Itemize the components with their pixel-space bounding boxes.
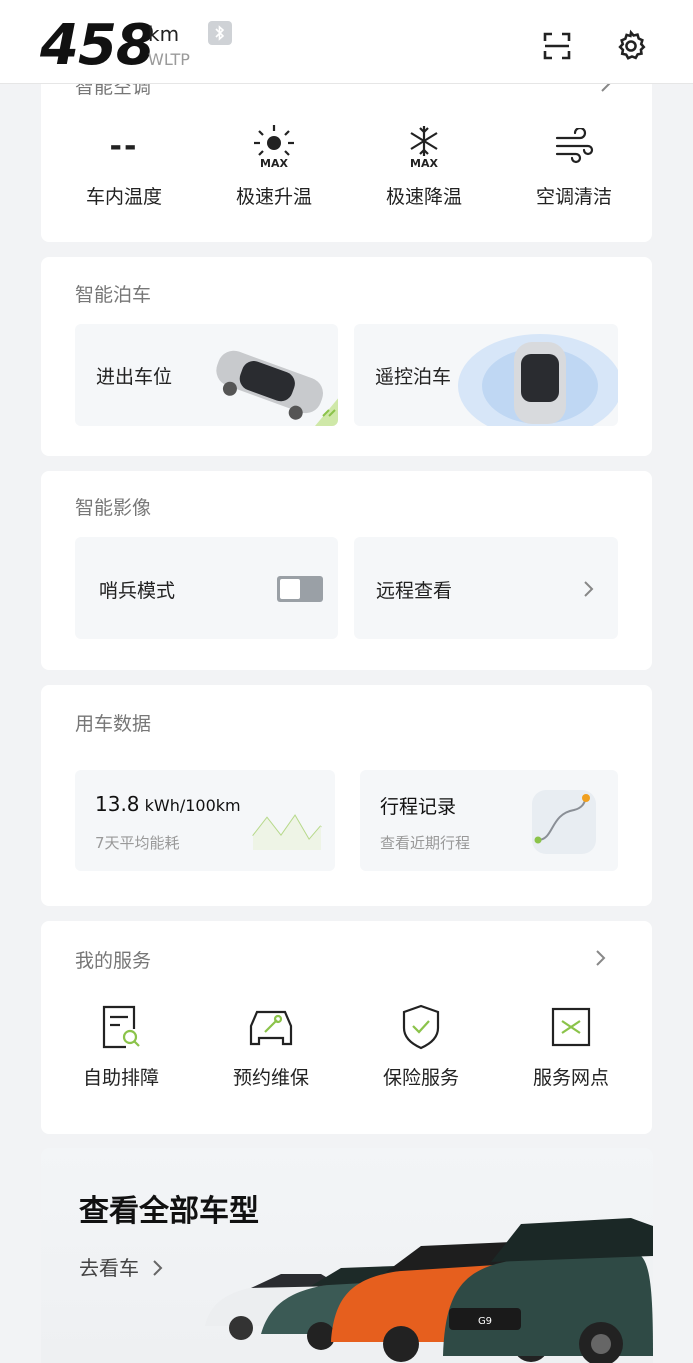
park-in-out-label: 进出车位 bbox=[96, 366, 173, 388]
imaging-title: 智能影像 bbox=[75, 497, 152, 519]
range-unit: km bbox=[148, 22, 180, 46]
cabin-temp-item[interactable]: -- 车内温度 bbox=[59, 122, 189, 209]
brand-logo-icon bbox=[547, 1003, 595, 1051]
top-header: 458 km WLTP bbox=[0, 0, 693, 84]
usage-card: 用车数据 13.8 kWh/100km 7天平均能耗 行程记录 查看近期行程 bbox=[41, 685, 652, 906]
maintenance-booking-button[interactable]: 预约维保 bbox=[206, 1003, 336, 1090]
self-diagnose-label: 自助排障 bbox=[82, 1067, 159, 1089]
document-search-icon bbox=[97, 1003, 145, 1051]
wind-icon bbox=[550, 122, 598, 170]
all-models-banner[interactable]: 查看全部车型 去看车 G9 bbox=[41, 1148, 653, 1363]
car-lineup-image: G9 bbox=[205, 1218, 653, 1363]
car-image bbox=[216, 350, 338, 426]
cabin-temp-label: 车内温度 bbox=[85, 186, 162, 208]
sentry-mode-tile: 哨兵模式 bbox=[75, 537, 338, 639]
energy-value: 13.8 bbox=[95, 792, 140, 816]
remote-parking-label: 遥控泊车 bbox=[375, 366, 452, 388]
quick-cool-button[interactable]: MAX 极速降温 bbox=[359, 122, 489, 209]
sentry-mode-toggle[interactable] bbox=[277, 576, 323, 602]
ac-clean-label: 空调清洁 bbox=[535, 186, 612, 208]
service-outlets-button[interactable]: 服务网点 bbox=[506, 1003, 636, 1090]
route-map-icon bbox=[532, 790, 596, 854]
insurance-button[interactable]: 保险服务 bbox=[356, 1003, 486, 1090]
bluetooth-icon[interactable] bbox=[208, 21, 232, 45]
energy-unit: kWh/100km bbox=[144, 796, 241, 815]
parking-title: 智能泊车 bbox=[75, 284, 152, 306]
ac-clean-button[interactable]: 空调清洁 bbox=[509, 122, 639, 209]
chevron-right-icon bbox=[153, 1260, 163, 1276]
snowflake-max-icon: MAX bbox=[400, 122, 448, 170]
usage-title: 用车数据 bbox=[75, 713, 152, 735]
svg-text:G9: G9 bbox=[478, 1316, 492, 1327]
scan-icon[interactable] bbox=[539, 28, 575, 64]
remote-view-tile[interactable]: 远程查看 bbox=[354, 537, 618, 639]
cabin-temp-value: -- bbox=[109, 128, 139, 164]
range-standard: WLTP bbox=[148, 50, 190, 69]
trip-record-tile[interactable]: 行程记录 查看近期行程 bbox=[360, 770, 618, 871]
trip-title: 行程记录 bbox=[380, 796, 457, 818]
quick-cool-label: 极速降温 bbox=[385, 186, 462, 208]
chevron-right-icon[interactable] bbox=[590, 948, 610, 968]
shield-check-icon bbox=[397, 1003, 445, 1051]
maintenance-booking-label: 预约维保 bbox=[232, 1067, 309, 1089]
quick-heat-label: 极速升温 bbox=[235, 186, 312, 208]
trip-caption: 查看近期行程 bbox=[380, 834, 471, 852]
range-value: 458 bbox=[40, 13, 155, 78]
chevron-right-icon bbox=[584, 581, 594, 597]
sentry-mode-label: 哨兵模式 bbox=[99, 580, 176, 602]
services-card: 我的服务 自助排障 预约维保 保险服务 服务网点 bbox=[41, 921, 652, 1134]
remote-view-label: 远程查看 bbox=[376, 580, 453, 602]
trend-line-icon bbox=[252, 814, 322, 850]
energy-tile[interactable]: 13.8 kWh/100km 7天平均能耗 bbox=[75, 770, 335, 871]
go-see-cars-link[interactable]: 去看车 bbox=[79, 1252, 165, 1281]
toggle-knob bbox=[280, 579, 300, 599]
self-diagnose-button[interactable]: 自助排障 bbox=[56, 1003, 186, 1090]
car-topview-image bbox=[458, 334, 618, 426]
imaging-card: 智能影像 哨兵模式 远程查看 bbox=[41, 471, 652, 670]
svg-text:MAX: MAX bbox=[410, 157, 438, 169]
remote-parking-tile[interactable]: 遥控泊车 bbox=[354, 324, 618, 426]
sun-max-icon: MAX bbox=[250, 122, 298, 170]
services-title: 我的服务 bbox=[75, 950, 152, 972]
insurance-label: 保险服务 bbox=[382, 1067, 459, 1089]
svg-text:MAX: MAX bbox=[260, 157, 288, 169]
parking-card: 智能泊车 进出车位 遥控泊车 bbox=[41, 257, 652, 456]
park-in-out-tile[interactable]: 进出车位 bbox=[75, 324, 338, 426]
car-wrench-icon bbox=[247, 1003, 295, 1051]
energy-caption: 7天平均能耗 bbox=[95, 834, 180, 852]
quick-heat-button[interactable]: MAX 极速升温 bbox=[209, 122, 339, 209]
settings-gear-icon[interactable] bbox=[613, 28, 649, 64]
service-outlets-label: 服务网点 bbox=[532, 1067, 609, 1089]
